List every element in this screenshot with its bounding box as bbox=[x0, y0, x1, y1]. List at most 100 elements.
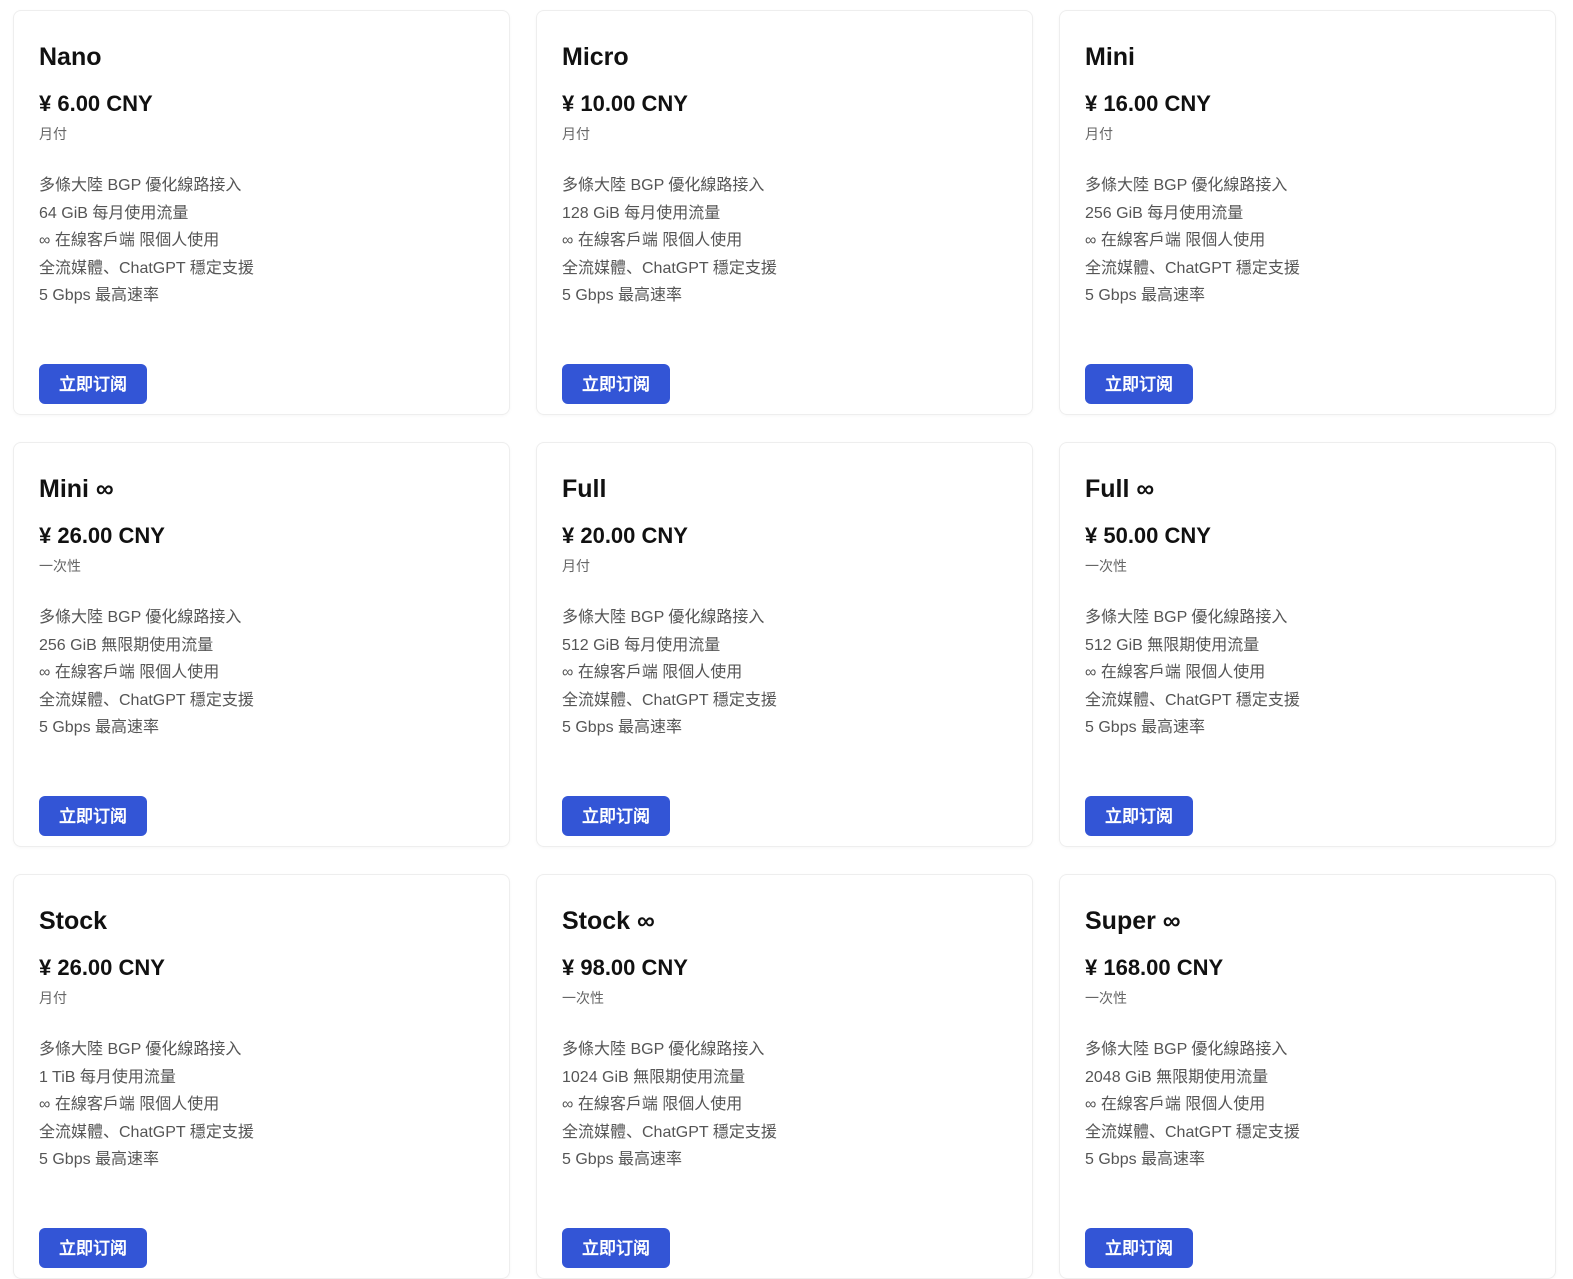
feature-item: 全流媒體、ChatGPT 穩定支援 bbox=[562, 259, 777, 277]
feature-item: 256 GiB 無限期使用流量 bbox=[39, 636, 214, 654]
plan-price: ¥ 10.00 CNY bbox=[562, 91, 688, 116]
feature-item: 5 Gbps 最高速率 bbox=[562, 287, 683, 304]
plan-name: Mini ∞ bbox=[39, 475, 114, 503]
subscribe-button[interactable]: 立即订阅 bbox=[562, 363, 670, 404]
plan-period: 一次性 bbox=[39, 558, 81, 574]
feature-list: 多條大陸 BGP 優化線路接入 1024 GiB 無限期使用流量 ∞ 在線客戶端… bbox=[562, 1036, 1007, 1174]
plan-card: Full ¥ 20.00 CNY 月付 多條大陸 BGP 優化線路接入 512 … bbox=[536, 442, 1033, 847]
feature-item: 5 Gbps 最高速率 bbox=[562, 719, 683, 736]
plan-price: ¥ 26.00 CNY bbox=[39, 955, 165, 980]
feature-item: 多條大陸 BGP 優化線路接入 bbox=[1085, 177, 1288, 194]
plan-card: Stock ¥ 26.00 CNY 月付 多條大陸 BGP 優化線路接入 1 T… bbox=[13, 874, 510, 1279]
plan-card: Mini ¥ 16.00 CNY 月付 多條大陸 BGP 優化線路接入 256 … bbox=[1059, 10, 1556, 415]
feature-item: 全流媒體、ChatGPT 穩定支援 bbox=[1085, 1123, 1300, 1141]
feature-list: 多條大陸 BGP 優化線路接入 256 GiB 每月使用流量 ∞ 在線客戶端 限… bbox=[1085, 172, 1530, 310]
feature-item: 多條大陸 BGP 優化線路接入 bbox=[39, 609, 242, 626]
plan-name: Full ∞ bbox=[1085, 475, 1155, 503]
feature-item: 全流媒體、ChatGPT 穩定支援 bbox=[1085, 691, 1300, 709]
feature-list: 多條大陸 BGP 優化線路接入 256 GiB 無限期使用流量 ∞ 在線客戶端 … bbox=[39, 604, 484, 742]
feature-list: 多條大陸 BGP 優化線路接入 512 GiB 無限期使用流量 ∞ 在線客戶端 … bbox=[1085, 604, 1530, 742]
feature-item: ∞ 在線客戶端 限個人使用 bbox=[39, 664, 220, 681]
feature-item: 全流媒體、ChatGPT 穩定支援 bbox=[562, 691, 777, 709]
plan-price: ¥ 168.00 CNY bbox=[1085, 955, 1224, 980]
subscribe-button[interactable]: 立即订阅 bbox=[39, 363, 147, 404]
subscribe-button[interactable]: 立即订阅 bbox=[562, 795, 670, 836]
feature-item: 512 GiB 每月使用流量 bbox=[562, 636, 721, 654]
plan-period: 月付 bbox=[562, 126, 590, 142]
feature-item: 多條大陸 BGP 優化線路接入 bbox=[39, 1041, 242, 1058]
subscribe-button[interactable]: 立即订阅 bbox=[1085, 363, 1193, 404]
feature-item: 全流媒體、ChatGPT 穩定支援 bbox=[39, 691, 254, 709]
plan-period: 月付 bbox=[39, 126, 67, 142]
feature-item: 5 Gbps 最高速率 bbox=[1085, 287, 1206, 304]
plan-card: Nano ¥ 6.00 CNY 月付 多條大陸 BGP 優化線路接入 64 Gi… bbox=[13, 10, 510, 415]
feature-item: 5 Gbps 最高速率 bbox=[1085, 719, 1206, 736]
subscribe-button[interactable]: 立即订阅 bbox=[1085, 1227, 1193, 1268]
plan-price: ¥ 20.00 CNY bbox=[562, 523, 688, 548]
feature-list: 多條大陸 BGP 優化線路接入 1 TiB 每月使用流量 ∞ 在線客戶端 限個人… bbox=[39, 1036, 484, 1174]
feature-item: 128 GiB 每月使用流量 bbox=[562, 204, 721, 222]
subscribe-button[interactable]: 立即订阅 bbox=[39, 1227, 147, 1268]
feature-item: 5 Gbps 最高速率 bbox=[562, 1151, 683, 1168]
feature-item: ∞ 在線客戶端 限個人使用 bbox=[39, 232, 220, 249]
feature-item: 256 GiB 每月使用流量 bbox=[1085, 204, 1244, 222]
feature-item: 多條大陸 BGP 優化線路接入 bbox=[562, 1041, 765, 1058]
plan-card: Mini ∞ ¥ 26.00 CNY 一次性 多條大陸 BGP 優化線路接入 2… bbox=[13, 442, 510, 847]
plan-period: 月付 bbox=[39, 990, 67, 1006]
feature-item: 多條大陸 BGP 優化線路接入 bbox=[39, 177, 242, 194]
plan-card: Full ∞ ¥ 50.00 CNY 一次性 多條大陸 BGP 優化線路接入 5… bbox=[1059, 442, 1556, 847]
feature-item: 多條大陸 BGP 優化線路接入 bbox=[562, 609, 765, 626]
plan-period: 月付 bbox=[562, 558, 590, 574]
plan-name: Super ∞ bbox=[1085, 907, 1181, 935]
feature-item: 多條大陸 BGP 優化線路接入 bbox=[1085, 609, 1288, 626]
feature-item: 1024 GiB 無限期使用流量 bbox=[562, 1068, 746, 1086]
plan-name: Stock ∞ bbox=[562, 907, 655, 935]
plan-card: Super ∞ ¥ 168.00 CNY 一次性 多條大陸 BGP 優化線路接入… bbox=[1059, 874, 1556, 1279]
feature-item: 全流媒體、ChatGPT 穩定支援 bbox=[39, 1123, 254, 1141]
feature-item: 5 Gbps 最高速率 bbox=[39, 287, 160, 304]
feature-item: 2048 GiB 無限期使用流量 bbox=[1085, 1068, 1269, 1086]
plan-card: Stock ∞ ¥ 98.00 CNY 一次性 多條大陸 BGP 優化線路接入 … bbox=[536, 874, 1033, 1279]
feature-item: 多條大陸 BGP 優化線路接入 bbox=[562, 177, 765, 194]
subscribe-button[interactable]: 立即订阅 bbox=[1085, 795, 1193, 836]
feature-item: 512 GiB 無限期使用流量 bbox=[1085, 636, 1260, 654]
plan-name: Full bbox=[562, 475, 607, 503]
feature-item: 多條大陸 BGP 優化線路接入 bbox=[1085, 1041, 1288, 1058]
plan-name: Stock bbox=[39, 907, 108, 935]
feature-item: ∞ 在線客戶端 限個人使用 bbox=[1085, 232, 1266, 249]
feature-item: 5 Gbps 最高速率 bbox=[1085, 1151, 1206, 1168]
plan-name: Micro bbox=[562, 43, 629, 71]
feature-list: 多條大陸 BGP 優化線路接入 512 GiB 每月使用流量 ∞ 在線客戶端 限… bbox=[562, 604, 1007, 742]
subscribe-button[interactable]: 立即订阅 bbox=[562, 1227, 670, 1268]
feature-list: 多條大陸 BGP 優化線路接入 2048 GiB 無限期使用流量 ∞ 在線客戶端… bbox=[1085, 1036, 1530, 1174]
plan-price: ¥ 16.00 CNY bbox=[1085, 91, 1211, 116]
plan-price: ¥ 50.00 CNY bbox=[1085, 523, 1211, 548]
feature-item: 全流媒體、ChatGPT 穩定支援 bbox=[1085, 259, 1300, 277]
feature-item: 5 Gbps 最高速率 bbox=[39, 719, 160, 736]
feature-item: 全流媒體、ChatGPT 穩定支援 bbox=[39, 259, 254, 277]
feature-item: ∞ 在線客戶端 限個人使用 bbox=[39, 1096, 220, 1113]
plan-grid: Nano ¥ 6.00 CNY 月付 多條大陸 BGP 優化線路接入 64 Gi… bbox=[13, 10, 1556, 1279]
feature-item: ∞ 在線客戶端 限個人使用 bbox=[562, 664, 743, 681]
plan-price: ¥ 98.00 CNY bbox=[562, 955, 688, 980]
feature-item: ∞ 在線客戶端 限個人使用 bbox=[1085, 1096, 1266, 1113]
feature-item: 1 TiB 每月使用流量 bbox=[39, 1068, 176, 1086]
plan-price: ¥ 6.00 CNY bbox=[39, 91, 153, 116]
feature-item: ∞ 在線客戶端 限個人使用 bbox=[1085, 664, 1266, 681]
plan-period: 月付 bbox=[1085, 126, 1113, 142]
feature-item: 全流媒體、ChatGPT 穩定支援 bbox=[562, 1123, 777, 1141]
feature-item: ∞ 在線客戶端 限個人使用 bbox=[562, 232, 743, 249]
feature-item: 64 GiB 每月使用流量 bbox=[39, 204, 189, 222]
feature-list: 多條大陸 BGP 優化線路接入 64 GiB 每月使用流量 ∞ 在線客戶端 限個… bbox=[39, 172, 484, 310]
plan-period: 一次性 bbox=[1085, 990, 1127, 1006]
plan-price: ¥ 26.00 CNY bbox=[39, 523, 165, 548]
plan-card: Micro ¥ 10.00 CNY 月付 多條大陸 BGP 優化線路接入 128… bbox=[536, 10, 1033, 415]
subscribe-button[interactable]: 立即订阅 bbox=[39, 795, 147, 836]
feature-item: ∞ 在線客戶端 限個人使用 bbox=[562, 1096, 743, 1113]
plan-name: Mini bbox=[1085, 43, 1135, 71]
plan-period: 一次性 bbox=[562, 990, 604, 1006]
feature-item: 5 Gbps 最高速率 bbox=[39, 1151, 160, 1168]
plan-name: Nano bbox=[39, 43, 102, 71]
plan-period: 一次性 bbox=[1085, 558, 1127, 574]
feature-list: 多條大陸 BGP 優化線路接入 128 GiB 每月使用流量 ∞ 在線客戶端 限… bbox=[562, 172, 1007, 310]
